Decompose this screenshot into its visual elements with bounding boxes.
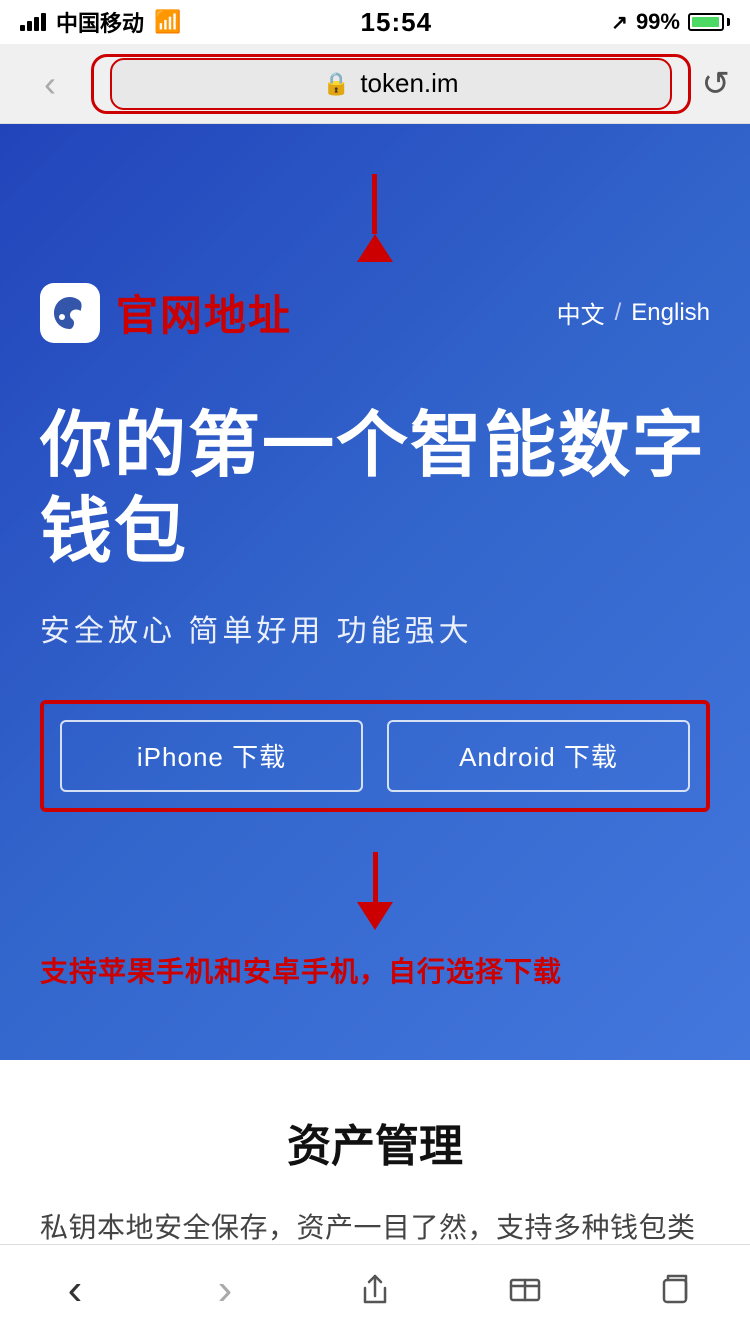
logo-text: 官网地址 [116, 282, 292, 343]
refresh-button[interactable]: ↺ [702, 64, 731, 104]
nav-bookmarks-button[interactable] [495, 1265, 555, 1315]
hero-section: 官网地址 中文 / English 你的第一个智能数字钱包 安全放心 简单好用 … [0, 124, 750, 1060]
lang-cn[interactable]: 中文 [557, 295, 605, 330]
header-row: 官网地址 中文 / English [40, 282, 710, 343]
hero-subtitle: 安全放心 简单好用 功能强大 [40, 606, 710, 650]
lock-icon: 🔒 [323, 71, 350, 97]
logo-icon [40, 283, 100, 343]
android-download-button[interactable]: Android 下载 [387, 720, 690, 792]
carrier-name: 中国移动 [56, 6, 144, 38]
nav-tabs-button[interactable] [645, 1265, 705, 1315]
iphone-download-button[interactable]: iPhone 下载 [60, 720, 363, 792]
nav-back-button[interactable]: ‹ [45, 1265, 105, 1315]
nav-share-button[interactable] [345, 1265, 405, 1315]
wifi-icon: 📶 [154, 9, 181, 35]
status-bar: 中国移动 📶 15:54 ↗ 99% [0, 0, 750, 44]
button-arrow-annotation [40, 842, 710, 940]
browser-bar: ‹ 🔒 token.im ↺ [0, 44, 750, 124]
status-right: ↗ 99% [611, 9, 730, 35]
hero-title: 你的第一个智能数字钱包 [40, 403, 710, 576]
asset-section-title: 资产管理 [40, 1110, 710, 1174]
lang-switcher[interactable]: 中文 / English [557, 295, 710, 330]
signal-bars [20, 13, 46, 31]
nav-forward-button[interactable]: › [195, 1265, 255, 1315]
url-bar[interactable]: 🔒 token.im [110, 58, 672, 110]
logo-area: 官网地址 [40, 282, 292, 343]
gps-icon: ↗ [611, 10, 628, 35]
status-left: 中国移动 📶 [20, 6, 181, 38]
url-arrow-annotation [40, 164, 710, 272]
battery-icon [688, 13, 730, 31]
lang-divider: / [615, 299, 622, 327]
download-buttons-container: iPhone 下载 Android 下载 [40, 700, 710, 812]
support-text: 支持苹果手机和安卓手机，自行选择下载 [40, 940, 710, 1000]
bottom-nav: ‹ › [0, 1244, 750, 1334]
battery-percentage: 99% [636, 9, 680, 35]
browser-back-btn[interactable]: ‹ [20, 59, 80, 109]
url-bar-wrapper: 🔒 token.im [95, 58, 687, 110]
lang-en[interactable]: English [631, 299, 710, 327]
status-time: 15:54 [361, 7, 433, 38]
main-content: 官网地址 中文 / English 你的第一个智能数字钱包 安全放心 简单好用 … [0, 124, 750, 1339]
url-text: token.im [360, 68, 458, 99]
